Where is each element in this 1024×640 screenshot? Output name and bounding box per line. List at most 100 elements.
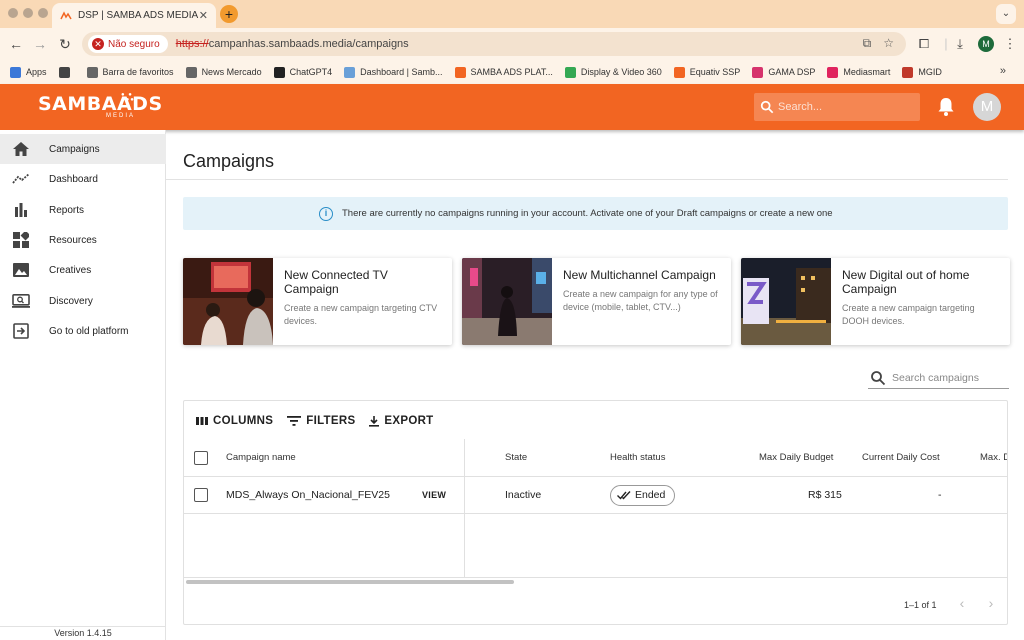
notifications-bell-icon[interactable]: [936, 96, 956, 118]
header-campaign-name[interactable]: Campaign name: [226, 439, 296, 476]
header-max-d[interactable]: Max. D: [980, 439, 1007, 476]
card-title: New Digital out of home Campaign: [842, 268, 970, 296]
sidebar-item-dashboard[interactable]: Dashboard: [0, 164, 166, 194]
bookmark-item[interactable]: Display & Video 360: [564, 66, 662, 78]
user-avatar[interactable]: M: [973, 93, 1001, 121]
new-dooh-campaign-card[interactable]: New Digital out of home Campaign Create …: [741, 258, 1010, 345]
ctv-thumbnail-image: [183, 258, 273, 345]
sidebar-item-campaigns[interactable]: Campaigns: [0, 134, 166, 164]
widgets-icon: [10, 232, 32, 248]
header-health-status[interactable]: Health status: [610, 439, 665, 476]
next-page-chevron-icon[interactable]: ›: [983, 595, 999, 611]
bookmark-item[interactable]: SAMBA ADS PLAT...: [454, 66, 553, 78]
chatgpt-icon: [273, 66, 285, 78]
tab-search-chevron-icon[interactable]: ⌄: [996, 4, 1016, 24]
logo-subtext: MEDIA: [106, 113, 136, 119]
bookmark-item[interactable]: Equativ SSP: [673, 66, 740, 78]
page-title: Campaigns: [183, 151, 275, 171]
new-multichannel-campaign-card[interactable]: New Multichannel Campaign Create a new c…: [462, 258, 731, 345]
table-header-row: Campaign name State Health status Max Da…: [184, 439, 1007, 477]
version-label: Version 1.4.15: [0, 626, 166, 640]
prev-page-chevron-icon[interactable]: ‹: [954, 595, 970, 611]
window-zoom-button[interactable]: [38, 8, 48, 18]
card-title: New Connected TV Campaign: [284, 268, 388, 296]
browser-profile-avatar[interactable]: M: [978, 36, 994, 52]
tab-close-icon[interactable]: ✕: [199, 9, 208, 22]
window-close-button[interactable]: [8, 8, 18, 18]
campaigns-table: COLUMNS FILTERS EXPORT Campaign name Sta…: [183, 400, 1008, 625]
new-ctv-campaign-card[interactable]: New Connected TV Campaign Create a new c…: [183, 258, 452, 345]
view-link[interactable]: VIEW: [422, 490, 446, 500]
title-divider: [166, 179, 1008, 180]
sidebar-item-discovery[interactable]: Discovery: [0, 286, 166, 316]
row-select-cell: [194, 477, 208, 513]
header-search-input[interactable]: [778, 101, 920, 113]
bookmarks-overflow-icon[interactable]: »: [1000, 65, 1006, 77]
bookmark-item[interactable]: GAMA DSP: [752, 66, 816, 78]
samba-icon: [344, 66, 356, 78]
bookmark-item[interactable]: Mediasmart: [827, 66, 891, 78]
address-bar[interactable]: ✕ Não seguro https:// campanhas.sambaads…: [82, 32, 906, 56]
table-row[interactable]: MDS_Always On_Nacional_FEV25 VIEW Inacti…: [184, 477, 1007, 514]
new-tab-button[interactable]: +: [220, 5, 238, 23]
grid-icon: [58, 66, 70, 78]
translate-icon[interactable]: ⧉: [863, 36, 872, 51]
samba-icon: [454, 66, 466, 78]
sidebar-item-label: Reports: [49, 204, 85, 216]
bookmark-item[interactable]: Barra de favoritos: [86, 66, 174, 78]
select-all-checkbox[interactable]: [194, 450, 208, 465]
filter-icon: [287, 416, 302, 426]
search-icon: [760, 100, 774, 114]
header-search[interactable]: [754, 93, 920, 121]
state-cell: Inactive: [505, 489, 542, 501]
sidebar-item-go-to-old-platform[interactable]: Go to old platform: [0, 316, 166, 346]
sidebar-item-reports[interactable]: Reports: [0, 195, 166, 225]
campaign-search-input[interactable]: [892, 372, 1002, 384]
not-secure-badge[interactable]: ✕ Não seguro: [88, 35, 168, 53]
bookmark-item[interactable]: [58, 66, 75, 78]
mgid-icon: [902, 66, 914, 78]
browser-menu-icon[interactable]: ⋮: [1000, 34, 1020, 54]
extensions-icon[interactable]: ⧠: [914, 34, 934, 54]
sambaads-logo[interactable]: SAMBAADS ● ● ●●● MEDIA: [38, 92, 163, 119]
sidebar-item-label: Creatives: [49, 264, 92, 276]
browser-tab-bar: DSP | SAMBA ADS MEDIA ✕ + ⌄: [0, 0, 1024, 28]
search-icon: [871, 371, 886, 386]
warning-icon: ✕: [92, 38, 104, 50]
filters-button[interactable]: FILTERS: [287, 415, 355, 427]
bookmark-label: Dashboard | Samb...: [360, 67, 443, 77]
header-max-daily-budget[interactable]: Max Daily Budget: [759, 439, 833, 476]
header-state[interactable]: State: [505, 439, 527, 476]
header-current-daily-cost[interactable]: Current Daily Cost: [862, 439, 940, 476]
columns-button[interactable]: COLUMNS: [196, 415, 273, 427]
reload-icon[interactable]: ↻: [55, 34, 75, 54]
home-icon: [10, 142, 32, 156]
back-arrow-icon[interactable]: ←: [6, 34, 26, 54]
equativ-icon: [673, 66, 685, 78]
bookmark-item[interactable]: News Mercado: [185, 66, 262, 78]
folder-icon: [86, 66, 98, 78]
bookmark-item[interactable]: Apps: [10, 66, 47, 78]
health-status-label: Ended: [635, 489, 666, 501]
multichannel-thumbnail-image: [462, 258, 552, 345]
bookmark-item[interactable]: ChatGPT4: [273, 66, 332, 78]
sidebar-item-creatives[interactable]: Creatives: [0, 255, 166, 285]
sidebar-item-resources[interactable]: Resources: [0, 225, 166, 255]
row-checkbox[interactable]: [194, 488, 208, 502]
bookmark-item[interactable]: MGID: [902, 66, 942, 78]
export-button[interactable]: EXPORT: [369, 415, 433, 427]
bookmark-label: GAMA DSP: [768, 67, 816, 77]
bookmark-label: Mediasmart: [843, 67, 891, 77]
bookmark-item[interactable]: Dashboard | Samb...: [344, 66, 443, 78]
horizontal-scrollbar[interactable]: [186, 580, 514, 584]
download-icon[interactable]: ⤓: [950, 34, 970, 54]
campaign-search[interactable]: [868, 368, 1009, 389]
card-title: New Multichannel Campaign: [563, 268, 716, 282]
sidebar-item-label: Dashboard: [49, 173, 98, 185]
window-minimize-button[interactable]: [23, 8, 33, 18]
browser-tab[interactable]: DSP | SAMBA ADS MEDIA ✕: [52, 3, 216, 28]
image-icon: [10, 263, 32, 277]
sidebar-item-label: Campaigns: [49, 143, 100, 155]
bookmark-star-icon[interactable]: ☆: [883, 36, 894, 51]
forward-arrow-icon[interactable]: →: [30, 34, 50, 54]
